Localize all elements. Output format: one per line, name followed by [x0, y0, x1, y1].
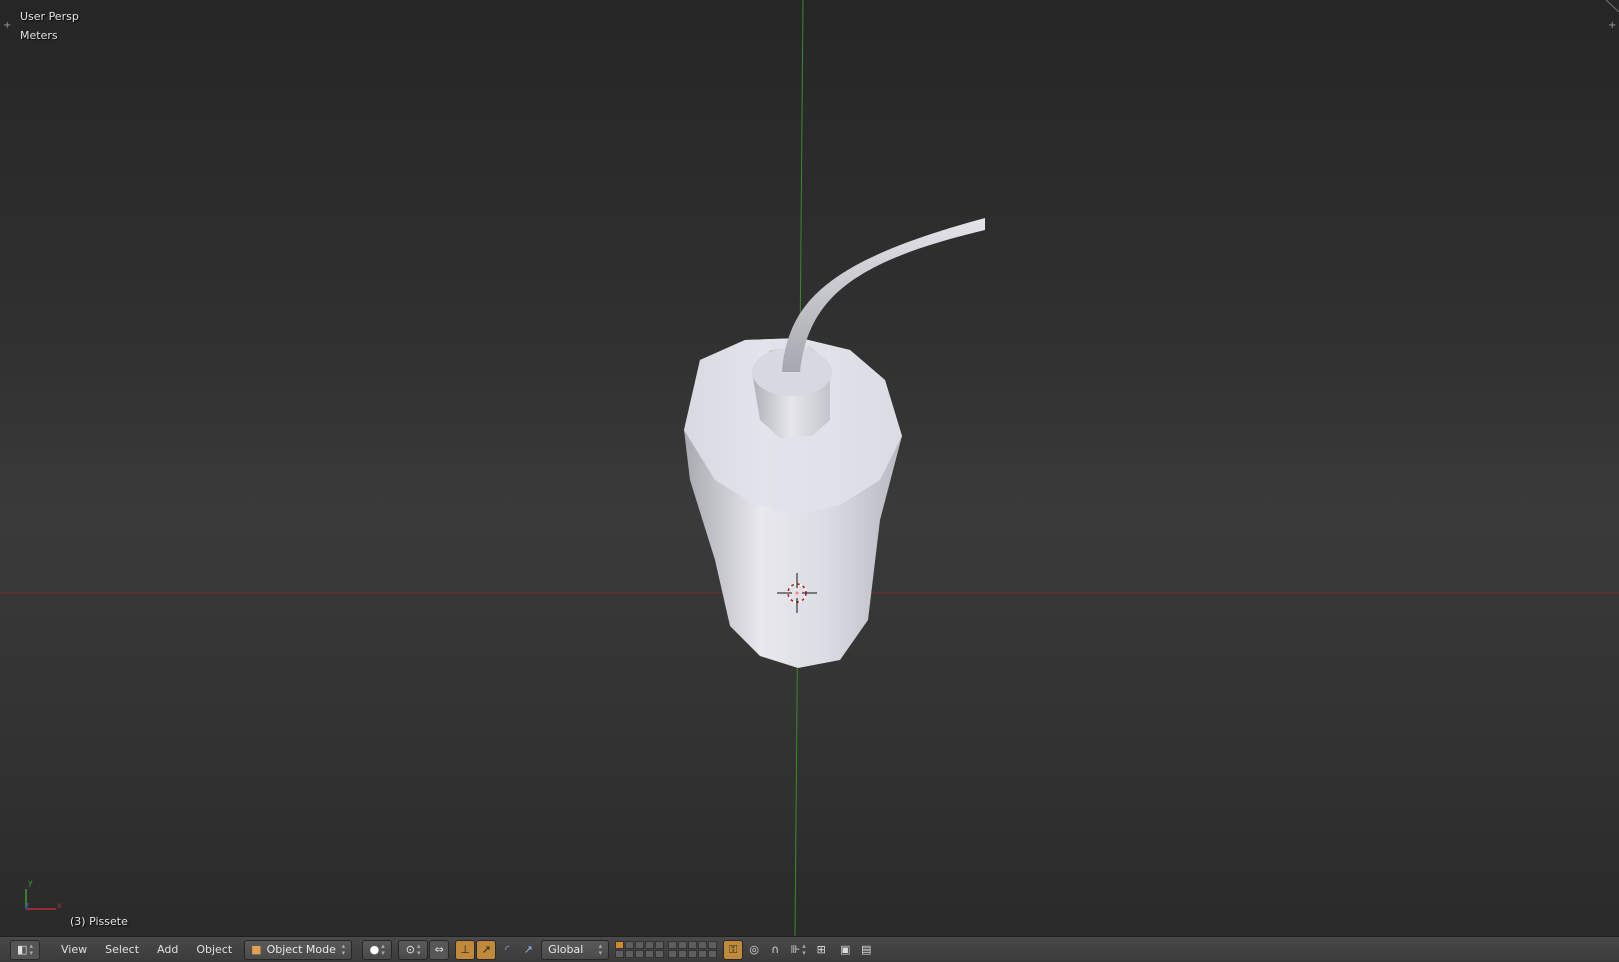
snap-increment-icon: ⊪	[790, 943, 801, 956]
proportional-edit-icon: ◎	[749, 943, 759, 956]
svg-text:x: x	[57, 901, 62, 910]
manipulator-icon: ⇔	[434, 943, 444, 956]
layer-button[interactable]	[655, 941, 665, 949]
viewport-shading-dropdown[interactable]: ● ▴ ▾	[362, 939, 393, 960]
3d-view-icon: ◧	[17, 943, 28, 956]
lock-icon: ⚿	[728, 942, 738, 956]
add-menu[interactable]: Add	[148, 943, 187, 956]
rotate-arc-icon: ◜	[505, 943, 510, 956]
updown-arrows-icon: ▴ ▾	[341, 941, 346, 957]
snap-element-dropdown[interactable]: ⊪ ▴ ▾	[786, 940, 810, 960]
translate-icon: ⊥	[460, 943, 470, 956]
layer-button[interactable]	[625, 950, 635, 958]
layer-button[interactable]	[698, 950, 708, 958]
updown-arrows-icon: ▴ ▾	[802, 941, 806, 957]
3d-viewport[interactable]: User Persp Meters + + y x (3) Pissete	[0, 0, 1619, 936]
rotate-manipulator-button[interactable]: ↗	[476, 939, 497, 960]
layer-button[interactable]	[615, 941, 625, 949]
area-corner-icon[interactable]	[1604, 0, 1619, 12]
right-region-toggle-icon[interactable]: +	[1608, 20, 1616, 31]
opengl-render-animation-button[interactable]: ▤	[856, 940, 876, 960]
orientation-label: Global	[548, 943, 584, 956]
scale-manipulator-button[interactable]: ↗	[518, 940, 538, 960]
axes-gizmo-icon: y x	[25, 878, 62, 910]
layer-button[interactable]	[708, 941, 718, 949]
pivot-icon: ⊙	[405, 943, 416, 956]
transform-orientation-dropdown[interactable]: Global ▴ ▾	[541, 939, 610, 960]
3d-view-header: ◧ ▴ ▾ View Select Add Object ■ Object Mode…	[0, 936, 1619, 962]
layer-button[interactable]	[698, 941, 708, 949]
layers-grid-a[interactable]	[615, 941, 665, 958]
layer-button[interactable]	[708, 950, 718, 958]
updown-arrows-icon: ▴ ▾	[29, 941, 33, 957]
bottle-object	[684, 218, 985, 668]
layer-button[interactable]	[635, 950, 645, 958]
updown-arrows-icon: ▴ ▾	[598, 941, 603, 957]
pivot-point-dropdown[interactable]: ⊙ ▴ ▾	[398, 939, 429, 960]
rotate-icon: ↗	[481, 943, 491, 956]
editor-type-button[interactable]: ◧ ▴ ▾	[10, 939, 40, 960]
proportional-edit-button[interactable]: ◎	[744, 940, 764, 960]
clapperboard-icon: ▤	[860, 943, 872, 956]
opengl-render-button[interactable]: ▣	[835, 940, 855, 960]
layer-button[interactable]	[655, 950, 665, 958]
svg-text:y: y	[28, 878, 33, 887]
updown-arrows-icon: ▴ ▾	[417, 941, 421, 957]
layer-button[interactable]	[678, 950, 688, 958]
layer-button[interactable]	[615, 950, 625, 958]
mode-dropdown[interactable]: ■ Object Mode ▴ ▾	[244, 939, 353, 960]
solid-sphere-icon: ●	[369, 943, 380, 956]
view-label: User Persp	[20, 10, 79, 23]
translate-manipulator-button[interactable]: ⊥	[455, 939, 476, 960]
snap-target-icon: ⊞	[816, 943, 826, 956]
object-menu[interactable]: Object	[187, 943, 241, 956]
snap-target-button[interactable]: ⊞	[811, 940, 831, 960]
mode-label: Object Mode	[266, 943, 336, 956]
layer-button[interactable]	[688, 950, 698, 958]
layer-button[interactable]	[625, 941, 635, 949]
render-icon: ▣	[839, 943, 851, 956]
layer-button[interactable]	[645, 941, 655, 949]
rotate-manipulator-alt-button[interactable]: ◜	[497, 940, 517, 960]
cube-icon: ■	[251, 943, 262, 956]
layer-button[interactable]	[635, 941, 645, 949]
units-label: Meters	[20, 29, 58, 42]
layer-button[interactable]	[645, 950, 655, 958]
manipulator-toggle[interactable]: ⇔	[429, 939, 450, 960]
left-region-toggle-icon[interactable]: +	[3, 20, 11, 31]
layer-button[interactable]	[668, 950, 678, 958]
layers-grid-b[interactable]	[668, 941, 718, 958]
viewport-canvas	[0, 0, 1619, 936]
magnet-icon: ∩	[771, 943, 780, 956]
scale-icon: ↗	[523, 943, 533, 956]
updown-arrows-icon: ▴ ▾	[381, 941, 385, 957]
lock-layers-button[interactable]: ⚿	[723, 939, 744, 960]
layer-button[interactable]	[688, 941, 698, 949]
view-menu[interactable]: View	[52, 943, 96, 956]
layer-button[interactable]	[678, 941, 688, 949]
snap-toggle-button[interactable]: ∩	[765, 940, 785, 960]
select-menu[interactable]: Select	[96, 943, 148, 956]
active-object-label: (3) Pissete	[70, 915, 128, 928]
layer-button[interactable]	[668, 941, 678, 949]
